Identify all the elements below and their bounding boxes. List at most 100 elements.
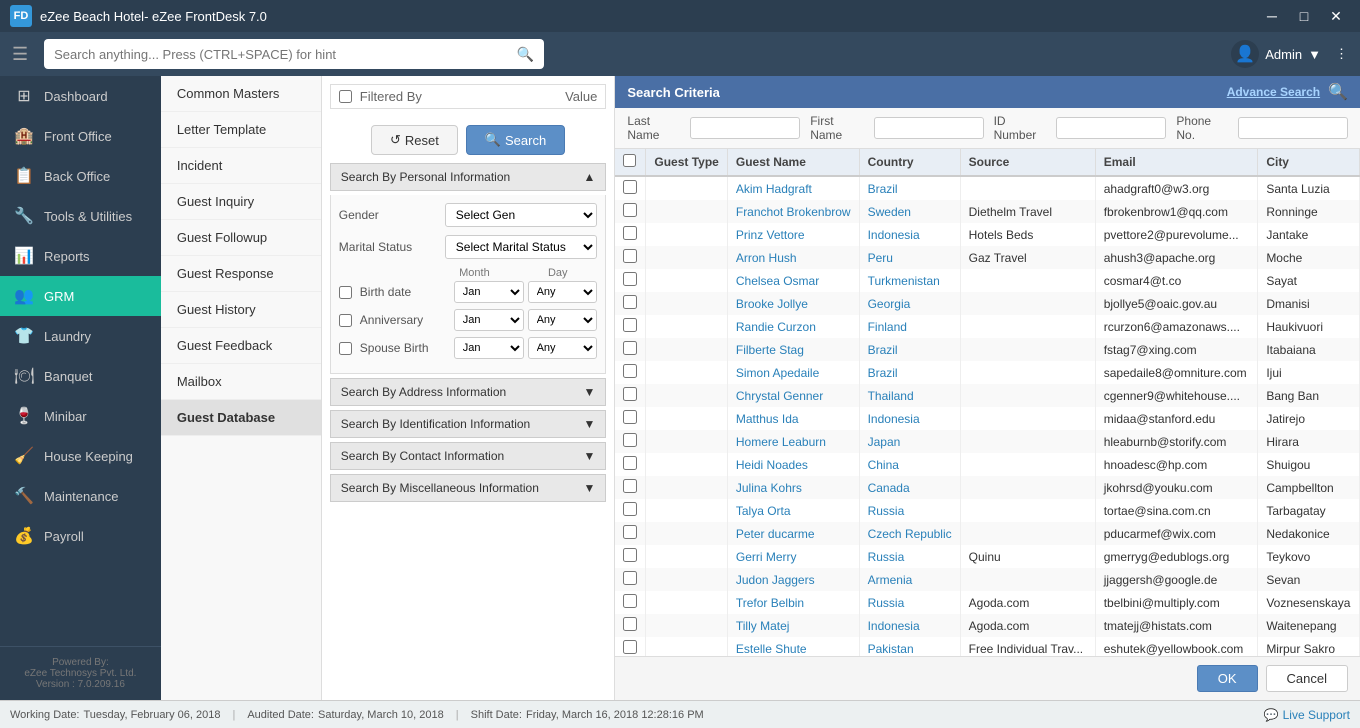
row-checkbox-cell[interactable] [615,315,646,338]
masters-item-guest-followup[interactable]: Guest Followup [161,220,321,256]
phone-input[interactable] [1238,117,1348,139]
row-checkbox-cell[interactable] [615,568,646,591]
row-checkbox-cell[interactable] [615,637,646,656]
row-guest-name[interactable]: Matthus Ida [727,407,859,430]
row-checkbox-cell[interactable] [615,614,646,637]
sidebar-item-banquet[interactable]: 🍽 Banquet [0,356,161,396]
row-checkbox-cell[interactable] [615,453,646,476]
masters-item-guest-history[interactable]: Guest History [161,292,321,328]
row-guest-name[interactable]: Gerri Merry [727,545,859,568]
row-guest-name[interactable]: Tilly Matej [727,614,859,637]
sidebar-item-grm[interactable]: 👥 GRM [0,276,161,316]
masters-item-incident[interactable]: Incident [161,148,321,184]
row-guest-name[interactable]: Filberte Stag [727,338,859,361]
cancel-button[interactable]: Cancel [1266,665,1348,692]
sidebar-item-front-office[interactable]: 🏨 Front Office [0,116,161,156]
row-checkbox-cell[interactable] [615,269,646,292]
table-row[interactable]: Tilly Matej Indonesia Agoda.com tmatejj@… [615,614,1359,637]
user-dropdown-icon[interactable]: ▼ [1308,47,1321,62]
address-info-header[interactable]: Search By Address Information ▼ [330,378,607,406]
masters-item-guest-feedback[interactable]: Guest Feedback [161,328,321,364]
sidebar-item-minibar[interactable]: 🍷 Minibar [0,396,161,436]
row-checkbox-cell[interactable] [615,176,646,200]
table-row[interactable]: Chrystal Genner Thailand cgenner9@whiteh… [615,384,1359,407]
table-row[interactable]: Matthus Ida Indonesia midaa@stanford.edu… [615,407,1359,430]
close-button[interactable]: ✕ [1322,5,1350,27]
row-checkbox[interactable] [623,617,637,631]
row-checkbox[interactable] [623,364,637,378]
ok-button[interactable]: OK [1197,665,1258,692]
row-guest-name[interactable]: Heidi Noades [727,453,859,476]
table-row[interactable]: Estelle Shute Pakistan Free Individual T… [615,637,1359,656]
table-row[interactable]: Peter ducarme Czech Republic pducarmef@w… [615,522,1359,545]
row-checkbox-cell[interactable] [615,361,646,384]
sidebar-item-payroll[interactable]: 💰 Payroll [0,516,161,556]
row-checkbox[interactable] [623,433,637,447]
row-guest-name[interactable]: Brooke Jollye [727,292,859,315]
masters-item-guest-response[interactable]: Guest Response [161,256,321,292]
row-checkbox[interactable] [623,548,637,562]
global-search-input[interactable] [54,47,517,62]
row-guest-name[interactable]: Judon Jaggers [727,568,859,591]
row-checkbox[interactable] [623,318,637,332]
row-checkbox[interactable] [623,410,637,424]
masters-item-guest-database[interactable]: Guest Database [161,400,321,436]
masters-item-letter-template[interactable]: Letter Template [161,112,321,148]
sidebar-item-tools-utilities[interactable]: 🔧 Tools & Utilities [0,196,161,236]
row-checkbox[interactable] [623,387,637,401]
table-row[interactable]: Arron Hush Peru Gaz Travel ahush3@apache… [615,246,1359,269]
row-checkbox[interactable] [623,456,637,470]
row-guest-name[interactable]: Simon Apedaile [727,361,859,384]
filter-checkbox[interactable] [339,90,352,103]
birth-date-checkbox[interactable] [339,286,352,299]
table-row[interactable]: Prinz Vettore Indonesia Hotels Beds pvet… [615,223,1359,246]
personal-info-header[interactable]: Search By Personal Information ▲ [330,163,607,191]
row-checkbox-cell[interactable] [615,292,646,315]
row-checkbox[interactable] [623,571,637,585]
row-checkbox[interactable] [623,479,637,493]
contact-info-header[interactable]: Search By Contact Information ▼ [330,442,607,470]
table-row[interactable]: Heidi Noades China hnoadesc@hp.com Shuig… [615,453,1359,476]
row-guest-name[interactable]: Estelle Shute [727,637,859,656]
row-guest-name[interactable]: Akim Hadgraft [727,176,859,200]
row-guest-name[interactable]: Julina Kohrs [727,476,859,499]
row-checkbox-cell[interactable] [615,338,646,361]
row-checkbox[interactable] [623,640,637,654]
row-checkbox-cell[interactable] [615,200,646,223]
search-button[interactable]: 🔍 Search [466,125,565,155]
masters-item-guest-inquiry[interactable]: Guest Inquiry [161,184,321,220]
sidebar-item-maintenance[interactable]: 🔨 Maintenance [0,476,161,516]
gender-select[interactable]: Select Gen Male Female [445,203,598,227]
row-guest-name[interactable]: Trefor Belbin [727,591,859,614]
row-checkbox-cell[interactable] [615,476,646,499]
table-row[interactable]: Randie Curzon Finland rcurzon6@amazonaws… [615,315,1359,338]
row-guest-name[interactable]: Talya Orta [727,499,859,522]
table-row[interactable]: Franchot Brokenbrow Sweden Diethelm Trav… [615,200,1359,223]
masters-item-common-masters[interactable]: Common Masters [161,76,321,112]
sidebar-item-dashboard[interactable]: ⊞ Dashboard [0,76,161,116]
spouse-day-select[interactable]: Any12 [528,337,598,359]
table-row[interactable]: Brooke Jollye Georgia bjollye5@oaic.gov.… [615,292,1359,315]
row-guest-name[interactable]: Chrystal Genner [727,384,859,407]
anniversary-month-select[interactable]: JanFebMar [454,309,524,331]
table-row[interactable]: Trefor Belbin Russia Agoda.com tbelbini@… [615,591,1359,614]
miscellaneous-info-header[interactable]: Search By Miscellaneous Information ▼ [330,474,607,502]
anniversary-day-select[interactable]: Any12 [528,309,598,331]
row-checkbox[interactable] [623,525,637,539]
advance-search-link[interactable]: Advance Search [1227,85,1320,99]
row-checkbox-cell[interactable] [615,522,646,545]
birth-day-select[interactable]: Any12 [528,281,598,303]
anniversary-checkbox[interactable] [339,314,352,327]
more-options-icon[interactable]: ⋮ [1335,46,1348,62]
table-row[interactable]: Chelsea Osmar Turkmenistan cosmar4@t.co … [615,269,1359,292]
row-checkbox[interactable] [623,249,637,263]
row-guest-name[interactable]: Chelsea Osmar [727,269,859,292]
birth-month-select[interactable]: JanFebMar [454,281,524,303]
row-checkbox-cell[interactable] [615,591,646,614]
hamburger-icon[interactable]: ☰ [12,44,28,65]
table-row[interactable]: Simon Apedaile Brazil sapedaile8@omnitur… [615,361,1359,384]
row-checkbox[interactable] [623,341,637,355]
id-number-input[interactable] [1056,117,1166,139]
row-checkbox-cell[interactable] [615,545,646,568]
masters-item-mailbox[interactable]: Mailbox [161,364,321,400]
